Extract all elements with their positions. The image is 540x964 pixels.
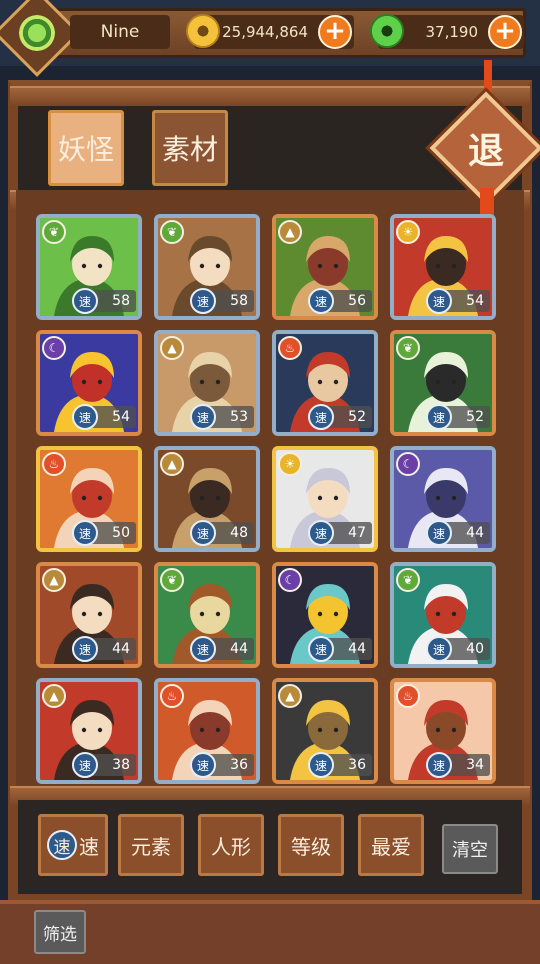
monster-card[interactable]: ♨ 34 速 [390, 678, 496, 784]
speed-icon: 速 [72, 288, 98, 314]
monster-card[interactable]: ☀ 54 速 [390, 214, 496, 320]
monster-card[interactable]: ❦ 58 速 [36, 214, 142, 320]
filter-speed-label: 速 [79, 834, 99, 859]
filter-favorite-button[interactable]: 最爱 [358, 814, 424, 876]
moon-element-icon: ☾ [278, 568, 302, 592]
jade-amount: 37,190 [425, 23, 479, 41]
filter-humanoid-label: 人形 [211, 834, 251, 859]
speed-icon: 速 [72, 404, 98, 430]
earth-element-icon: ▲ [160, 336, 184, 360]
top-bar: Nine 25,944,864 + 37,190 + [0, 0, 540, 77]
monster-card[interactable]: ▲ 53 速 [154, 330, 260, 436]
monster-card[interactable]: ❦ 58 速 [154, 214, 260, 320]
earth-element-icon: ▲ [42, 684, 66, 708]
filter-speed-button[interactable]: 速速 [38, 814, 108, 876]
speed-icon: 速 [190, 752, 216, 778]
speed-icon: 速 [426, 520, 452, 546]
add-jade-button[interactable]: + [488, 15, 522, 49]
monster-card[interactable]: ▲ 48 速 [154, 446, 260, 552]
monster-card[interactable]: ▲ 36 速 [272, 678, 378, 784]
earth-element-icon: ▲ [278, 684, 302, 708]
speed-icon: 速 [47, 830, 77, 860]
speed-icon: 速 [190, 636, 216, 662]
filter-level-label: 等级 [291, 834, 331, 859]
fire-element-icon: ♨ [278, 336, 302, 360]
earth-element-icon: ▲ [160, 452, 184, 476]
add-gold-button[interactable]: + [318, 15, 352, 49]
fire-element-icon: ♨ [396, 684, 420, 708]
speed-icon: 速 [426, 288, 452, 314]
filter-favorite-label: 最爱 [371, 834, 411, 859]
monster-card[interactable]: ❦ 52 速 [390, 330, 496, 436]
leaf-element-icon: ❦ [396, 336, 420, 360]
jade-emblem-icon [19, 15, 55, 51]
screen-filter-button[interactable]: 筛选 [34, 910, 86, 954]
speed-icon: 速 [308, 288, 334, 314]
exit-label: 退 [467, 131, 504, 172]
monster-card[interactable]: ☾ 44 速 [390, 446, 496, 552]
speed-icon: 速 [72, 636, 98, 662]
gold-counter: 25,944,864 + [186, 14, 354, 49]
monster-card[interactable]: ▲ 56 速 [272, 214, 378, 320]
speed-icon: 速 [72, 520, 98, 546]
leaf-element-icon: ❦ [42, 220, 66, 244]
filter-level-button[interactable]: 等级 [278, 814, 344, 876]
speed-icon: 速 [190, 520, 216, 546]
tab-materials[interactable]: 素材 [152, 110, 228, 186]
jade-coin-icon [370, 14, 404, 48]
monster-card[interactable]: ❦ 40 速 [390, 562, 496, 668]
speed-icon: 速 [190, 404, 216, 430]
jade-counter: 37,190 + [370, 14, 524, 49]
filter-element-button[interactable]: 元素 [118, 814, 184, 876]
filter-element-label: 元素 [131, 834, 171, 859]
filter-humanoid-button[interactable]: 人形 [198, 814, 264, 876]
monster-card[interactable]: ❦ 44 速 [154, 562, 260, 668]
monster-card[interactable]: ♨ 36 速 [154, 678, 260, 784]
monster-card[interactable]: ☀ 47 速 [272, 446, 378, 552]
speed-icon: 速 [308, 520, 334, 546]
speed-icon: 速 [308, 752, 334, 778]
speed-icon: 速 [426, 752, 452, 778]
earth-element-icon: ▲ [42, 568, 66, 592]
leaf-element-icon: ❦ [160, 568, 184, 592]
top-shelf-rail [10, 86, 530, 106]
fire-element-icon: ♨ [160, 684, 184, 708]
tab-monsters[interactable]: 妖怪 [48, 110, 124, 186]
monster-card[interactable]: ▲ 38 速 [36, 678, 142, 784]
gold-amount: 25,944,864 [222, 23, 308, 41]
leaf-element-icon: ❦ [396, 568, 420, 592]
speed-icon: 速 [308, 636, 334, 662]
monster-card[interactable]: ♨ 52 速 [272, 330, 378, 436]
earth-element-icon: ▲ [278, 220, 302, 244]
monster-grid: ❦ 58 速 ❦ 58 速 ▲ 56 速 ☀ 54 速 ☾ 54 速 ▲ 53 速 ♨ 52 速 ❦ 52 速 ♨ 50 速 ▲ 48 速… [36, 214, 502, 786]
gold-coin-icon [186, 14, 220, 48]
clear-filter-button[interactable]: 清空 [442, 824, 498, 874]
speed-icon: 速 [426, 404, 452, 430]
speed-icon: 速 [190, 288, 216, 314]
speed-icon: 速 [426, 636, 452, 662]
moon-element-icon: ☾ [396, 452, 420, 476]
leaf-element-icon: ❦ [160, 220, 184, 244]
monster-card[interactable]: ▲ 44 速 [36, 562, 142, 668]
monster-card[interactable]: ☾ 44 速 [272, 562, 378, 668]
sun-element-icon: ☀ [396, 220, 420, 244]
monster-card[interactable]: ♨ 50 速 [36, 446, 142, 552]
sun-element-icon: ☀ [278, 452, 302, 476]
moon-element-icon: ☾ [42, 336, 66, 360]
fire-element-icon: ♨ [42, 452, 66, 476]
player-name: Nine [70, 15, 170, 49]
speed-icon: 速 [308, 404, 334, 430]
speed-icon: 速 [72, 752, 98, 778]
monster-card[interactable]: ☾ 54 速 [36, 330, 142, 436]
